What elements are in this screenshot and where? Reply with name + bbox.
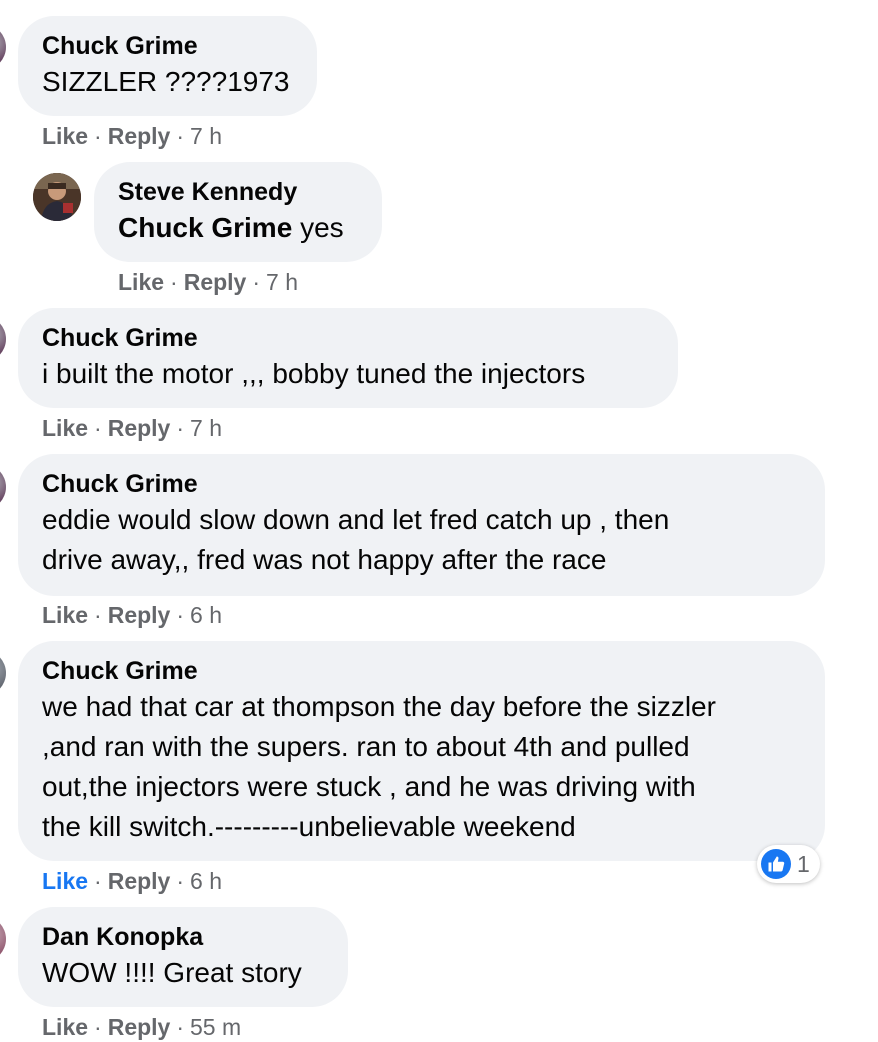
comment-text-line: out,the injectors were stuck , and he wa… <box>42 771 696 802</box>
comment-bubble: Steve Kennedy Chuck Grime yes <box>94 162 382 262</box>
comment-text-line: drive away,, fred was not happy after th… <box>42 544 607 575</box>
avatar[interactable] <box>0 24 6 70</box>
like-button[interactable]: Like <box>42 123 88 149</box>
reply-button[interactable]: Reply <box>108 415 171 441</box>
separator: · <box>176 1014 185 1040</box>
timestamp[interactable]: 7 h <box>266 269 298 295</box>
comment-actions: Like · Reply · 7 h <box>118 267 298 297</box>
comment-actions: Like · Reply · 6 h <box>42 600 222 630</box>
comment-actions: Like · Reply · 7 h <box>42 121 222 151</box>
comment-bubble: Chuck Grime SIZZLER ????1973 <box>18 16 317 116</box>
timestamp[interactable]: 7 h <box>190 123 222 149</box>
comment-text-line: the kill switch.---------unbelievable we… <box>42 811 576 842</box>
comment-text: Chuck Grime yes <box>118 208 358 248</box>
separator: · <box>94 868 102 894</box>
separator: · <box>176 415 185 441</box>
reply-button[interactable]: Reply <box>108 123 171 149</box>
comment-bubble: Chuck Grime we had that car at thompson … <box>18 641 825 861</box>
reaction-count: 1 <box>797 850 810 877</box>
avatar[interactable] <box>0 316 6 362</box>
comment-bubble: Chuck Grime i built the motor ,,, bobby … <box>18 308 678 408</box>
comment-thread: Chuck Grime SIZZLER ????1973 Like · Reply ·… <box>0 0 878 1042</box>
separator: · <box>176 123 185 149</box>
separator: · <box>170 269 178 295</box>
mention-link[interactable]: Chuck Grime <box>118 212 292 243</box>
comment-text: SIZZLER ????1973 <box>42 66 290 97</box>
separator: · <box>252 269 261 295</box>
reply-button[interactable]: Reply <box>108 868 171 894</box>
separator: · <box>176 602 185 628</box>
avatar[interactable] <box>0 464 6 510</box>
separator: · <box>176 868 185 894</box>
timestamp[interactable]: 7 h <box>190 415 222 441</box>
separator: · <box>94 1014 102 1040</box>
avatar[interactable] <box>0 650 6 696</box>
timestamp[interactable]: 6 h <box>190 868 222 894</box>
comment-author[interactable]: Chuck Grime <box>42 655 801 687</box>
comment-author[interactable]: Chuck Grime <box>42 468 801 500</box>
comment-text: i built the motor ,,, bobby tuned the in… <box>42 358 586 389</box>
reply-button[interactable]: Reply <box>184 269 247 295</box>
like-button[interactable]: Like <box>42 415 88 441</box>
comment-text-line: ,and ran with the supers. ran to about 4… <box>42 731 690 762</box>
comment-actions: Like · Reply · 6 h <box>42 866 222 896</box>
separator: · <box>94 415 102 441</box>
separator: · <box>94 123 102 149</box>
comment-text-line: eddie would slow down and let fred catch… <box>42 504 670 535</box>
timestamp[interactable]: 6 h <box>190 602 222 628</box>
comment-author[interactable]: Chuck Grime <box>42 30 293 62</box>
timestamp[interactable]: 55 m <box>190 1014 241 1040</box>
avatar[interactable] <box>33 173 81 221</box>
like-button[interactable]: Like <box>42 1014 88 1040</box>
comment-actions: Like · Reply · 55 m <box>42 1012 241 1042</box>
like-button[interactable]: Like <box>42 868 88 894</box>
like-button[interactable]: Like <box>118 269 164 295</box>
comment-actions: Like · Reply · 7 h <box>42 413 222 443</box>
avatar[interactable] <box>0 916 6 962</box>
like-button[interactable]: Like <box>42 602 88 628</box>
comment-author[interactable]: Dan Konopka <box>42 921 324 953</box>
reaction-summary[interactable]: 1 <box>757 845 820 883</box>
comment-text-line: we had that car at thompson the day befo… <box>42 691 716 722</box>
comment-bubble: Chuck Grime eddie would slow down and le… <box>18 454 825 596</box>
comment-bubble: Dan Konopka WOW !!!! Great story <box>18 907 348 1007</box>
like-icon <box>761 849 791 879</box>
reply-button[interactable]: Reply <box>108 602 171 628</box>
separator: · <box>94 602 102 628</box>
thumbs-up-icon <box>768 856 785 872</box>
avatar-photo <box>33 173 81 221</box>
reply-button[interactable]: Reply <box>108 1014 171 1040</box>
comment-body: yes <box>300 212 344 243</box>
comment-author[interactable]: Chuck Grime <box>42 322 654 354</box>
comment-text: WOW !!!! Great story <box>42 957 302 988</box>
comment-author[interactable]: Steve Kennedy <box>118 176 358 208</box>
